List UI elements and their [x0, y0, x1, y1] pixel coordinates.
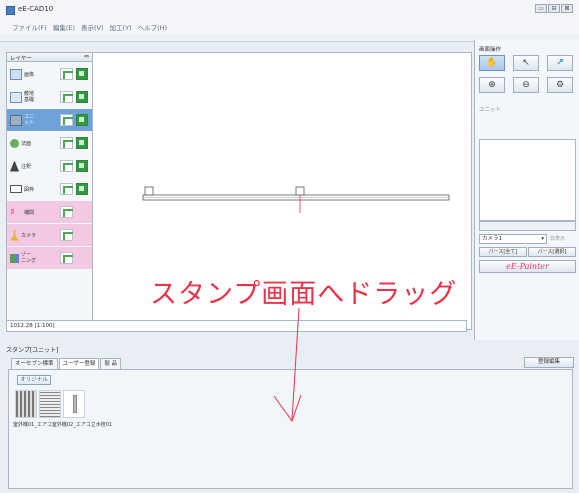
- drag-arrow-head-icon: [273, 394, 302, 423]
- drag-arrow-overlay: [273, 307, 302, 423]
